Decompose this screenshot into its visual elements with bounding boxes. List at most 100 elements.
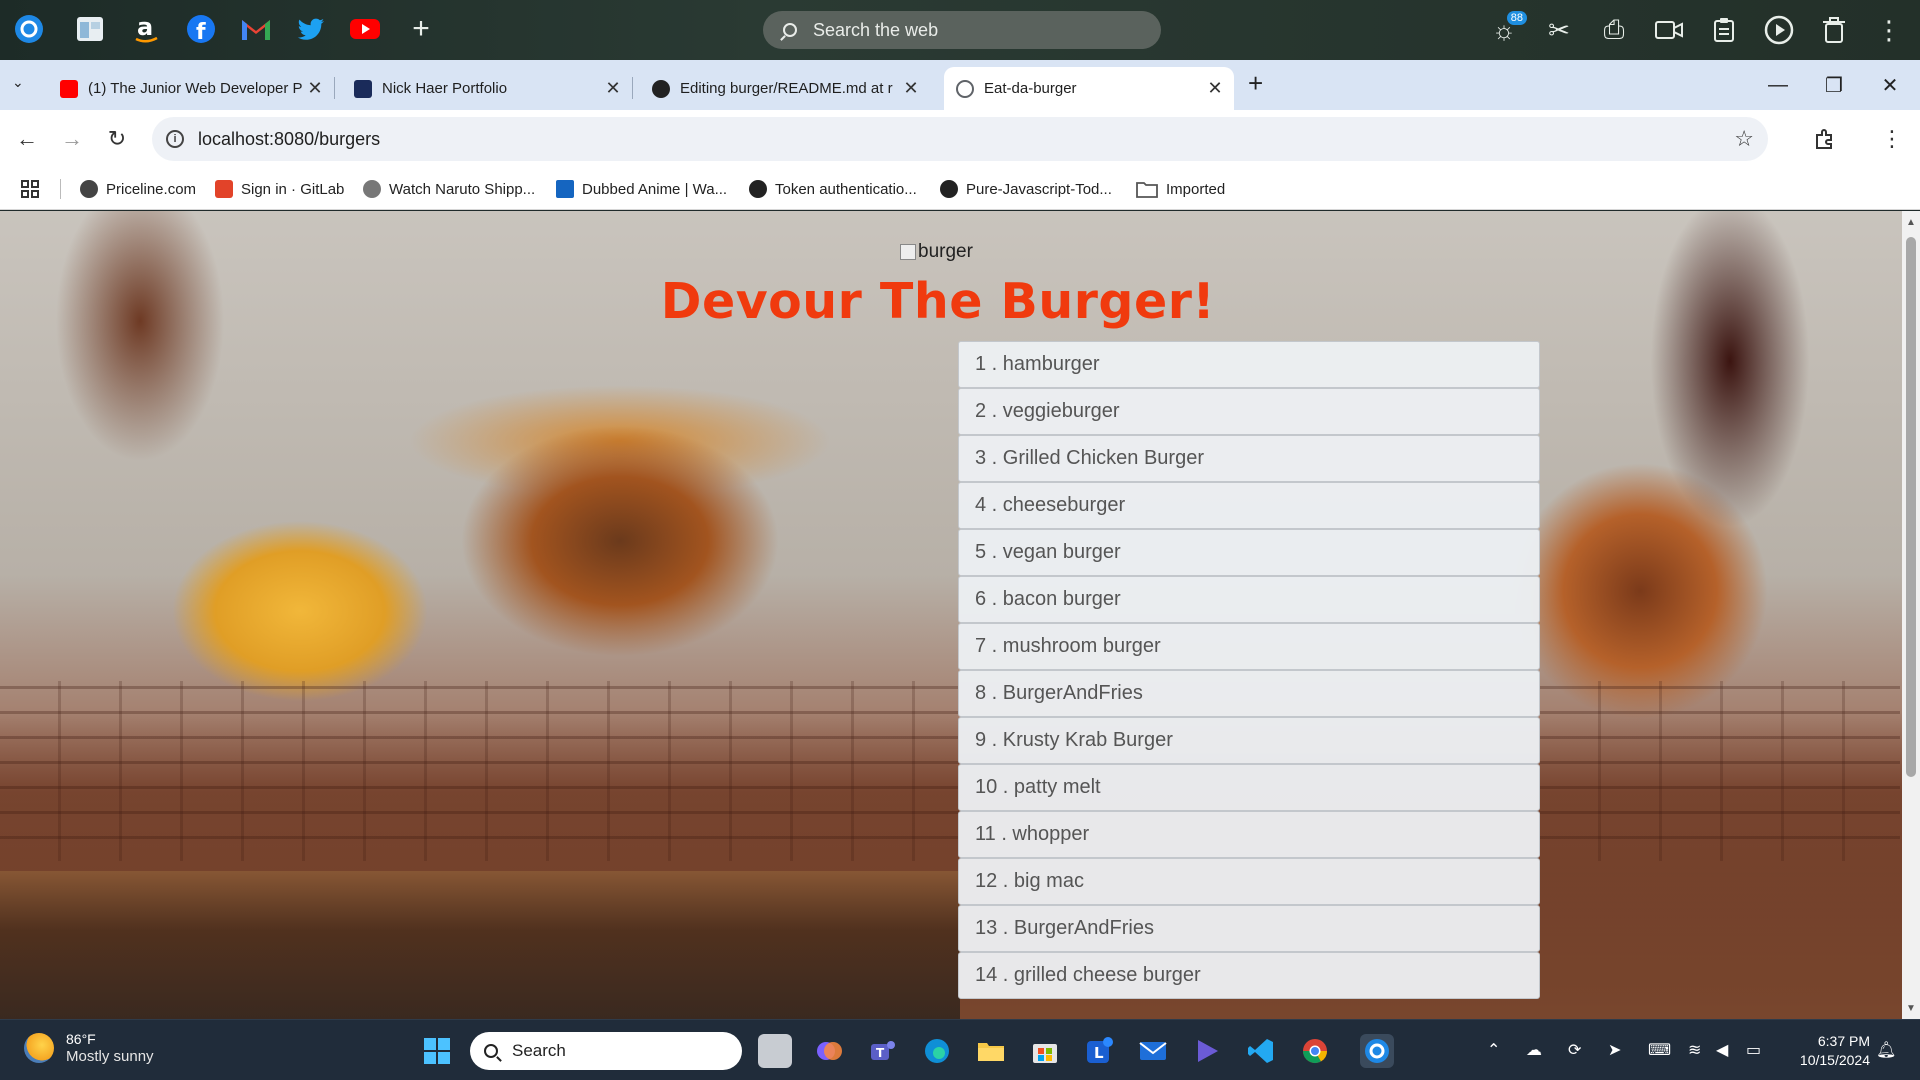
burger-list-item: 10 . patty melt <box>958 764 1540 811</box>
onedrive-icon[interactable]: ☁ <box>1526 1040 1542 1060</box>
facebook-icon[interactable]: f <box>184 12 218 46</box>
bookmark-pure-javascript[interactable]: Pure-Javascript-Tod... <box>940 177 1112 201</box>
notifications-icon[interactable]: 🔔︎ <box>1876 1040 1896 1060</box>
tab-strip: ⌄ (1) The Junior Web Developer P ✕ Nick … <box>0 60 1920 110</box>
tab-eat-da-burger[interactable]: Eat-da-burger ✕ <box>944 67 1234 110</box>
close-icon[interactable]: ✕ <box>900 78 922 99</box>
launcher-l-icon[interactable]: L <box>1082 1034 1116 1068</box>
trash-icon[interactable] <box>1817 13 1851 47</box>
bookmark-token-auth[interactable]: Token authenticatio... <box>749 177 917 201</box>
close-icon[interactable]: ✕ <box>602 78 624 99</box>
notion-icon <box>354 79 372 98</box>
camera-icon[interactable] <box>1652 13 1686 47</box>
twitter-icon[interactable] <box>294 12 328 46</box>
show-hidden-icons[interactable]: ⌃ <box>1487 1040 1500 1060</box>
youtube-icon <box>60 79 78 98</box>
printer-icon[interactable]: ⎙ <box>1597 13 1631 47</box>
add-icon[interactable]: + <box>404 12 438 46</box>
tab-search-chevron-icon[interactable]: ⌄ <box>12 74 24 91</box>
forward-icon[interactable]: → <box>55 122 89 156</box>
vscode-icon[interactable] <box>1244 1034 1278 1068</box>
bookmarks-bar: Priceline.com Sign in · GitLab Watch Nar… <box>0 168 1920 210</box>
clock-date: 10/15/2024 <box>1799 1052 1870 1068</box>
system-clock[interactable]: 6:37 PM 10/15/2024 <box>1784 1032 1870 1070</box>
tab-title: Editing burger/README.md at r <box>680 80 893 97</box>
wifi-icon[interactable]: ≋ <box>1688 1040 1701 1060</box>
tab-portfolio[interactable]: Nick Haer Portfolio ✕ <box>342 67 633 110</box>
close-icon[interactable]: ✕ <box>304 78 326 99</box>
bookmark-naruto[interactable]: Watch Naruto Shipp... <box>363 177 535 201</box>
broken-image-icon <box>900 244 916 260</box>
browser-menu-icon[interactable]: ⋮ <box>1875 122 1909 156</box>
web-search-box[interactable]: Search the web <box>763 11 1161 49</box>
svg-text:f: f <box>196 20 206 44</box>
scroll-down-icon[interactable]: ▼ <box>1902 999 1920 1017</box>
start-icon[interactable] <box>420 1034 454 1068</box>
notes-icon[interactable] <box>73 12 107 46</box>
weather-temp: 86°F <box>66 1031 96 1047</box>
task-view-icon[interactable] <box>758 1034 792 1068</box>
bookmark-dubbed-anime[interactable]: Dubbed Anime | Wa... <box>556 177 727 201</box>
close-icon[interactable]: ✕ <box>1204 78 1226 99</box>
window-close-icon[interactable]: ✕ <box>1862 60 1918 110</box>
site-info-icon[interactable]: i <box>166 130 184 148</box>
gmail-icon[interactable] <box>239 12 273 46</box>
app-launcher-icon[interactable] <box>12 12 46 46</box>
tab-youtube[interactable]: (1) The Junior Web Developer P ✕ <box>48 67 335 110</box>
url-text: localhost:8080/burgers <box>198 128 381 149</box>
extensions-icon[interactable] <box>1808 122 1842 156</box>
new-tab-icon[interactable]: + <box>1248 68 1263 99</box>
bookmark-priceline[interactable]: Priceline.com <box>80 177 196 201</box>
battery-icon[interactable]: ▭ <box>1746 1040 1761 1060</box>
background-brick-wall <box>1540 681 1900 861</box>
weather-icon <box>24 1033 54 1063</box>
page-scrollbar[interactable]: ▲ ▼ <box>1902 211 1920 1019</box>
copilot-icon[interactable] <box>812 1034 846 1068</box>
media-player-icon[interactable] <box>1190 1034 1224 1068</box>
play-icon[interactable] <box>1762 13 1796 47</box>
tab-github[interactable]: Editing burger/README.md at r ✕ <box>640 67 930 110</box>
chrome-icon[interactable] <box>1298 1034 1332 1068</box>
file-explorer-icon[interactable] <box>974 1034 1008 1068</box>
bookmark-star-icon[interactable]: ☆ <box>1734 126 1754 152</box>
microsoft-store-icon[interactable] <box>1028 1034 1062 1068</box>
youtube-icon[interactable] <box>348 12 382 46</box>
reload-icon[interactable]: ↻ <box>100 122 134 156</box>
active-app-icon[interactable] <box>1360 1034 1394 1068</box>
bookmark-gitlab[interactable]: Sign in · GitLab <box>215 177 344 201</box>
apps-grid-icon[interactable] <box>20 177 40 201</box>
mail-icon[interactable] <box>1136 1034 1170 1068</box>
scissors-icon[interactable]: ✂ <box>1542 13 1576 47</box>
bookmark-label: Token authenticatio... <box>775 180 917 198</box>
sync-icon[interactable]: ⟳ <box>1568 1040 1581 1060</box>
address-bar[interactable]: i localhost:8080/burgers ☆ <box>152 117 1768 161</box>
burger-list-item: 12 . big mac <box>958 858 1540 905</box>
search-icon <box>783 23 797 37</box>
page-viewport: burger Devour The Burger! 1 . hamburger 2… <box>0 211 1902 1019</box>
brightness-icon[interactable]: ☼ 88 <box>1487 11 1527 47</box>
clipboard-icon[interactable] <box>1707 13 1741 47</box>
burger-image-alt: burger <box>918 241 973 262</box>
scrollbar-thumb[interactable] <box>1906 237 1916 777</box>
edge-icon[interactable] <box>920 1034 954 1068</box>
bookmark-folder-imported[interactable]: Imported <box>1136 177 1225 201</box>
minimize-icon[interactable]: — <box>1750 60 1806 110</box>
volume-icon[interactable]: ◀ <box>1716 1040 1728 1060</box>
amazon-icon[interactable]: a <box>129 12 163 46</box>
page-title: Devour The Burger! <box>660 273 1216 330</box>
web-search-placeholder: Search the web <box>813 19 939 40</box>
burger-list-item: 13 . BurgerAndFries <box>958 905 1540 952</box>
keyboard-icon[interactable]: ⌨ <box>1648 1040 1671 1060</box>
send-icon[interactable]: ➤ <box>1608 1040 1621 1060</box>
taskbar-search[interactable]: Search <box>470 1032 742 1070</box>
teams-icon[interactable]: T <box>866 1034 900 1068</box>
burger-list-item: 11 . whopper <box>958 811 1540 858</box>
tab-title: Eat-da-burger <box>984 80 1077 97</box>
gitlab-icon <box>215 180 233 198</box>
weather-widget[interactable]: 86°F Mostly sunny <box>24 1030 154 1066</box>
back-icon[interactable]: ← <box>10 122 44 156</box>
restore-icon[interactable]: ❐ <box>1806 60 1862 110</box>
scroll-up-icon[interactable]: ▲ <box>1902 213 1920 231</box>
more-icon[interactable]: ⋮ <box>1872 13 1906 47</box>
clock-time: 6:37 PM <box>1817 1033 1870 1049</box>
